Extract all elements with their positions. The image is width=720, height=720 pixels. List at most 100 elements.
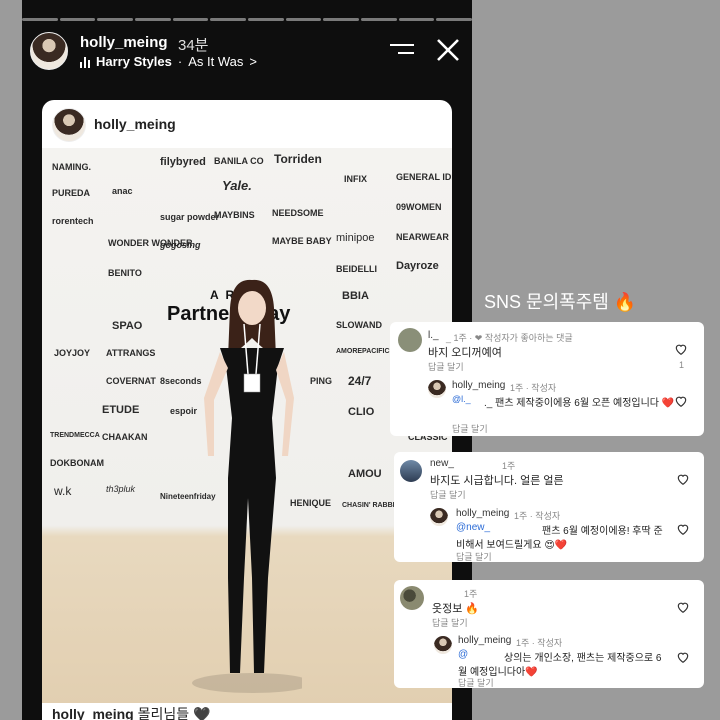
music-artist: Harry Styles [96,54,172,69]
comment-card: new_ 1주 바지도 시급합니다. 얼른 얼른 답글 달기 holly_mei… [394,452,704,562]
reply-username[interactable]: holly_meing [452,380,505,391]
backdrop-logo: AMOU [348,468,382,480]
heart-icon[interactable] [676,650,690,664]
backdrop-logo: SLOWAND [336,320,382,330]
reply-text: 팬츠 6월 예정이에용! 후딱 준 [542,526,663,537]
backdrop-logo: SPAO [112,320,143,332]
backdrop-logo: gogosing [160,240,201,250]
reply-username[interactable]: holly_meing [456,508,509,519]
reply-text: 상의는 개인소장, 팬츠는 제작중으로 6 [504,653,662,664]
avatar[interactable] [398,328,422,352]
backdrop-logo: BANILA CO [214,156,264,166]
post-username[interactable]: holly_meing [94,116,176,132]
backdrop-logo: PING [310,376,333,386]
comment-meta: _ 1주 · ❤ 작성자가 좋아하는 댓글 [446,333,573,343]
story-progress-bar [22,18,472,21]
comment-card: l._ _ 1주 · ❤ 작성자가 좋아하는 댓글 바지 오디꺼예여 답글 달기… [390,322,704,436]
post-header: holly_meing [42,100,452,148]
chevron-right-icon: > [249,54,257,69]
backdrop-logo: CHAAKAN [102,432,148,442]
sns-title: SNS 문의폭주템 🔥 [484,292,637,312]
heart-icon[interactable] [676,600,690,614]
backdrop-logo: 09WOMEN [396,202,442,212]
backdrop-logo: MAYBINS [214,210,255,220]
reply-text: ._ 팬츠 제작중이에용 6월 오픈 예정입니다 ❤️ [484,398,675,409]
backdrop-logo: sugar powder [160,212,220,222]
reply-link[interactable]: 답글 달기 [432,616,468,629]
post-avatar[interactable] [52,108,86,142]
backdrop-logo: NAMING. [52,162,91,172]
backdrop-logo: MAYBE BABY [272,236,332,246]
avatar[interactable] [30,32,68,70]
heart-icon[interactable] [674,394,688,408]
music-separator: · [177,54,183,69]
story-username[interactable]: holly_meing [80,34,168,51]
reply-mention[interactable]: @new_ [456,522,490,533]
heart-icon[interactable] [676,522,690,536]
story-header: holly_meing 34분 Harry Styles · As It Was… [30,32,464,72]
reply-link[interactable]: 답글 달기 [456,550,492,563]
reply-link[interactable]: 답글 달기 [428,360,464,373]
reply-meta: 1주 · 작성자 [516,638,563,648]
avatar[interactable] [400,586,424,610]
reply-mention[interactable]: @ [458,649,468,660]
person-figure [192,279,302,693]
reply-link[interactable]: 답글 달기 [452,422,488,435]
backdrop-logo: Torriden [274,152,322,166]
backdrop-logo: minipoe [336,232,375,244]
caption-username[interactable]: holly_meing [52,706,134,720]
backdrop-logo: INFIX [344,174,368,184]
music-track: As It Was [188,54,244,69]
like-count: 1 [679,360,685,370]
avatar[interactable] [400,460,422,482]
backdrop-logo: NEARWEAR [396,232,449,242]
reply-link[interactable]: 답글 달기 [430,488,466,501]
reply-username[interactable]: holly_meing [458,635,511,646]
backdrop-logo: CLIO [348,406,375,418]
backdrop-logo: COVERNAT [106,376,156,386]
backdrop-logo: th3pluk [106,484,136,494]
backdrop-logo: Dayroze [396,260,439,272]
backdrop-logo: ETUDE [102,404,140,416]
heart-icon[interactable] [676,472,690,486]
comment-text: 옷정보 🔥 [432,603,480,615]
backdrop-logo: PUREDA [52,188,91,198]
comment-username[interactable]: new_ [430,458,454,469]
story-time: 34분 [178,37,209,54]
reply-meta: 1주 · 작성자 [510,383,557,393]
backdrop-logo: JOYJOY [54,348,91,358]
backdrop-logo: anac [112,186,133,196]
comment-card: 1주 옷정보 🔥 답글 달기 holly_meing 1주 · 작성자 @ 상의… [394,580,704,688]
reply-link[interactable]: 답글 달기 [458,676,494,689]
close-icon[interactable] [434,36,462,64]
backdrop-logo: BEIDELLI [336,264,378,274]
avatar[interactable] [434,636,452,654]
music-icon [80,56,90,68]
avatar[interactable] [430,508,448,526]
backdrop-logo: GENERAL IDEA [396,172,452,182]
comment-username[interactable]: l._ [428,330,439,341]
backdrop-logo: 24/7 [348,374,372,388]
backdrop-logo: filybyred [160,156,206,168]
backdrop-logo: w.k [54,484,72,498]
music-sticker[interactable]: Harry Styles · As It Was > [80,54,257,69]
backdrop-logo: AMOREPACIFIC [336,348,390,355]
backdrop-logo: rorentech [52,216,94,226]
comment-text: 바지도 시급합니다. 얼른 얼른 [430,475,564,487]
reply-text-cont: 비해서 보여드릴게요 😍❤️ [456,540,568,551]
backdrop-logo: TRENDMECCA [50,432,100,439]
caption-text: 몰리님들 🖤 [137,706,211,720]
comment-meta: 1주 [464,589,478,599]
backdrop-logo: ATTRANGS [106,348,156,358]
heart-icon[interactable] [674,342,688,356]
backdrop-logo: DOKBONAM [50,458,104,468]
avatar[interactable] [428,380,446,398]
menu-icon[interactable] [390,44,414,58]
backdrop-logo: NEEDSOME [272,208,324,218]
comment-meta: 1주 [502,461,516,471]
backdrop-logo: Yale. [222,178,252,193]
backdrop-logo: BENITO [108,268,142,278]
reply-mention[interactable]: @l._ [452,394,471,404]
reply-meta: 1주 · 작성자 [514,511,561,521]
post-caption: holly_meing 몰리님들 🖤 [52,704,210,720]
